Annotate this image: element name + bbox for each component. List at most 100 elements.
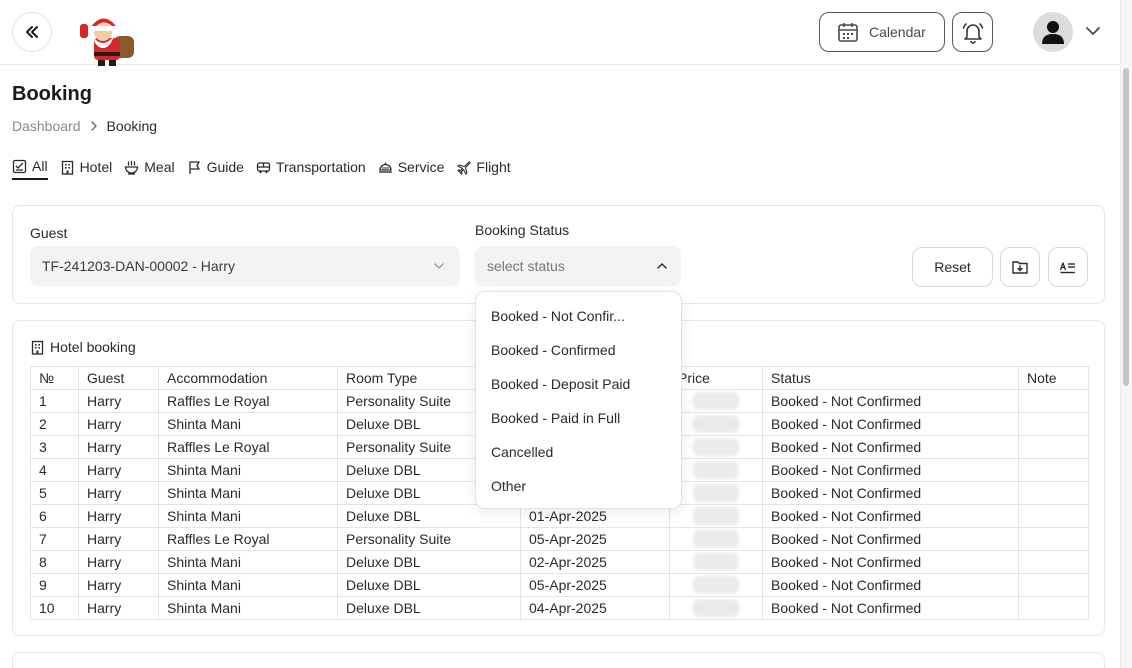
cell-accommodation: Shinta Mani xyxy=(158,573,338,597)
price-redacted xyxy=(693,484,739,503)
status-option-paid-in-full[interactable]: Booked - Paid in Full xyxy=(476,401,681,435)
tab-label: Hotel xyxy=(79,159,113,175)
reset-button[interactable]: Reset xyxy=(912,247,993,287)
cell-status: Booked - Not Confirmed xyxy=(762,389,1019,413)
double-chevron-left-icon xyxy=(26,26,38,38)
tab-guide[interactable]: Guide xyxy=(187,158,244,180)
cell-accommodation: Raffles Le Royal xyxy=(158,389,338,413)
column-header-number[interactable]: № xyxy=(30,366,79,390)
cell-note xyxy=(1018,412,1089,436)
tab-transportation[interactable]: Transportation xyxy=(256,158,366,180)
cell-note xyxy=(1018,596,1089,620)
cell-status: Booked - Not Confirmed xyxy=(762,458,1019,482)
scrollbar-thumb[interactable] xyxy=(1123,68,1129,386)
chevron-right-icon xyxy=(90,121,97,131)
cell-number: 3 xyxy=(30,435,79,459)
cell-accommodation: Shinta Mani xyxy=(158,412,338,436)
calendar-icon xyxy=(838,23,858,42)
cell-status: Booked - Not Confirmed xyxy=(762,481,1019,505)
user-avatar[interactable] xyxy=(1033,12,1073,52)
column-header-price[interactable]: Price xyxy=(669,366,763,390)
status-option-not-confirmed[interactable]: Booked - Not Confir... xyxy=(476,299,681,333)
price-redacted xyxy=(693,599,739,618)
tab-meal[interactable]: Meal xyxy=(124,158,175,180)
building-icon xyxy=(61,160,73,175)
table-row[interactable]: 9 Harry Shinta Mani Deluxe DBL 05-Apr-2025 Bo… xyxy=(30,573,1089,597)
cell-guest: Harry xyxy=(78,504,159,528)
price-redacted xyxy=(693,461,739,480)
cell-status: Booked - Not Confirmed xyxy=(762,573,1019,597)
cell-price xyxy=(669,458,763,482)
cell-price xyxy=(669,596,763,620)
cell-status: Booked - Not Confirmed xyxy=(762,550,1019,574)
cell-price xyxy=(669,527,763,551)
breadcrumb-dashboard-link[interactable]: Dashboard xyxy=(12,118,81,134)
price-redacted xyxy=(693,392,739,411)
tab-hotel[interactable]: Hotel xyxy=(60,158,113,180)
column-header-accommodation[interactable]: Accommodation xyxy=(158,366,338,390)
calendar-button[interactable]: Calendar xyxy=(819,12,945,52)
cell-room-type: Deluxe DBL xyxy=(337,596,521,620)
table-row[interactable]: 7 Harry Raffles Le Royal Personality Suite 0… xyxy=(30,527,1089,551)
tab-label: Transportation xyxy=(275,159,366,175)
tab-label: Meal xyxy=(144,159,175,175)
tab-flight[interactable]: Flight xyxy=(456,158,511,180)
collapse-sidebar-button[interactable] xyxy=(12,12,52,52)
santa-logo-icon[interactable] xyxy=(76,14,138,66)
tab-service[interactable]: Service xyxy=(378,158,445,180)
breadcrumb: Dashboard Booking xyxy=(12,118,157,134)
column-header-note[interactable]: Note xyxy=(1018,366,1089,390)
cell-number: 2 xyxy=(30,412,79,436)
table-row[interactable]: 8 Harry Shinta Mani Deluxe DBL 02-Apr-2025 Bo… xyxy=(30,550,1089,574)
cell-status: Booked - Not Confirmed xyxy=(762,504,1019,528)
price-redacted xyxy=(693,553,739,572)
cell-room-type: Deluxe DBL xyxy=(337,573,521,597)
export-button[interactable] xyxy=(1000,247,1040,287)
guest-select[interactable]: TF-241203-DAN-00002 - Harry xyxy=(30,246,460,286)
cell-note xyxy=(1018,435,1089,459)
cell-number: 8 xyxy=(30,550,79,574)
cell-accommodation: Shinta Mani xyxy=(158,596,338,620)
guest-select-value: TF-241203-DAN-00002 - Harry xyxy=(42,258,235,274)
guest-filter-label: Guest xyxy=(30,225,68,241)
tab-label: All xyxy=(32,158,48,174)
cell-status: Booked - Not Confirmed xyxy=(762,596,1019,620)
cell-price xyxy=(669,481,763,505)
table-row[interactable]: 10 Harry Shinta Mani Deluxe DBL 04-Apr-2025 B… xyxy=(30,596,1089,620)
cell-guest: Harry xyxy=(78,389,159,413)
tab-label: Flight xyxy=(476,159,511,175)
booking-status-label: Booking Status xyxy=(475,222,570,238)
column-header-status[interactable]: Status xyxy=(762,366,1019,390)
status-option-deposit-paid[interactable]: Booked - Deposit Paid xyxy=(476,367,681,401)
cell-number: 7 xyxy=(30,527,79,551)
cell-accommodation: Shinta Mani xyxy=(158,481,338,505)
chevron-down-icon xyxy=(434,263,444,269)
tab-label: Service xyxy=(397,159,445,175)
status-option-other[interactable]: Other xyxy=(476,469,681,503)
booking-status-select[interactable]: select status xyxy=(475,246,681,286)
cell-number: 10 xyxy=(30,596,79,620)
booking-type-tabs: All Hotel Meal Guide Transportation Serv… xyxy=(12,158,511,180)
cell-date: 05-Apr-2025 xyxy=(520,527,670,551)
flag-icon xyxy=(188,160,200,174)
calendar-button-label: Calendar xyxy=(869,24,926,40)
status-option-confirmed[interactable]: Booked - Confirmed xyxy=(476,333,681,367)
chevron-down-icon[interactable] xyxy=(1084,22,1102,40)
notifications-button[interactable] xyxy=(952,12,993,52)
column-header-guest[interactable]: Guest xyxy=(78,366,159,390)
tab-all[interactable]: All xyxy=(12,158,48,180)
cell-note xyxy=(1018,504,1089,528)
sort-options-button[interactable] xyxy=(1048,247,1088,287)
cell-guest: Harry xyxy=(78,481,159,505)
cell-guest: Harry xyxy=(78,573,159,597)
page-scrollbar[interactable] xyxy=(1120,0,1132,668)
cell-number: 5 xyxy=(30,481,79,505)
building-icon xyxy=(31,340,44,355)
cell-guest: Harry xyxy=(78,527,159,551)
cell-guest: Harry xyxy=(78,435,159,459)
tab-label: Guide xyxy=(206,159,244,175)
price-redacted xyxy=(693,576,739,595)
price-redacted xyxy=(693,530,739,549)
status-option-cancelled[interactable]: Cancelled xyxy=(476,435,681,469)
bowl-icon xyxy=(125,160,139,175)
